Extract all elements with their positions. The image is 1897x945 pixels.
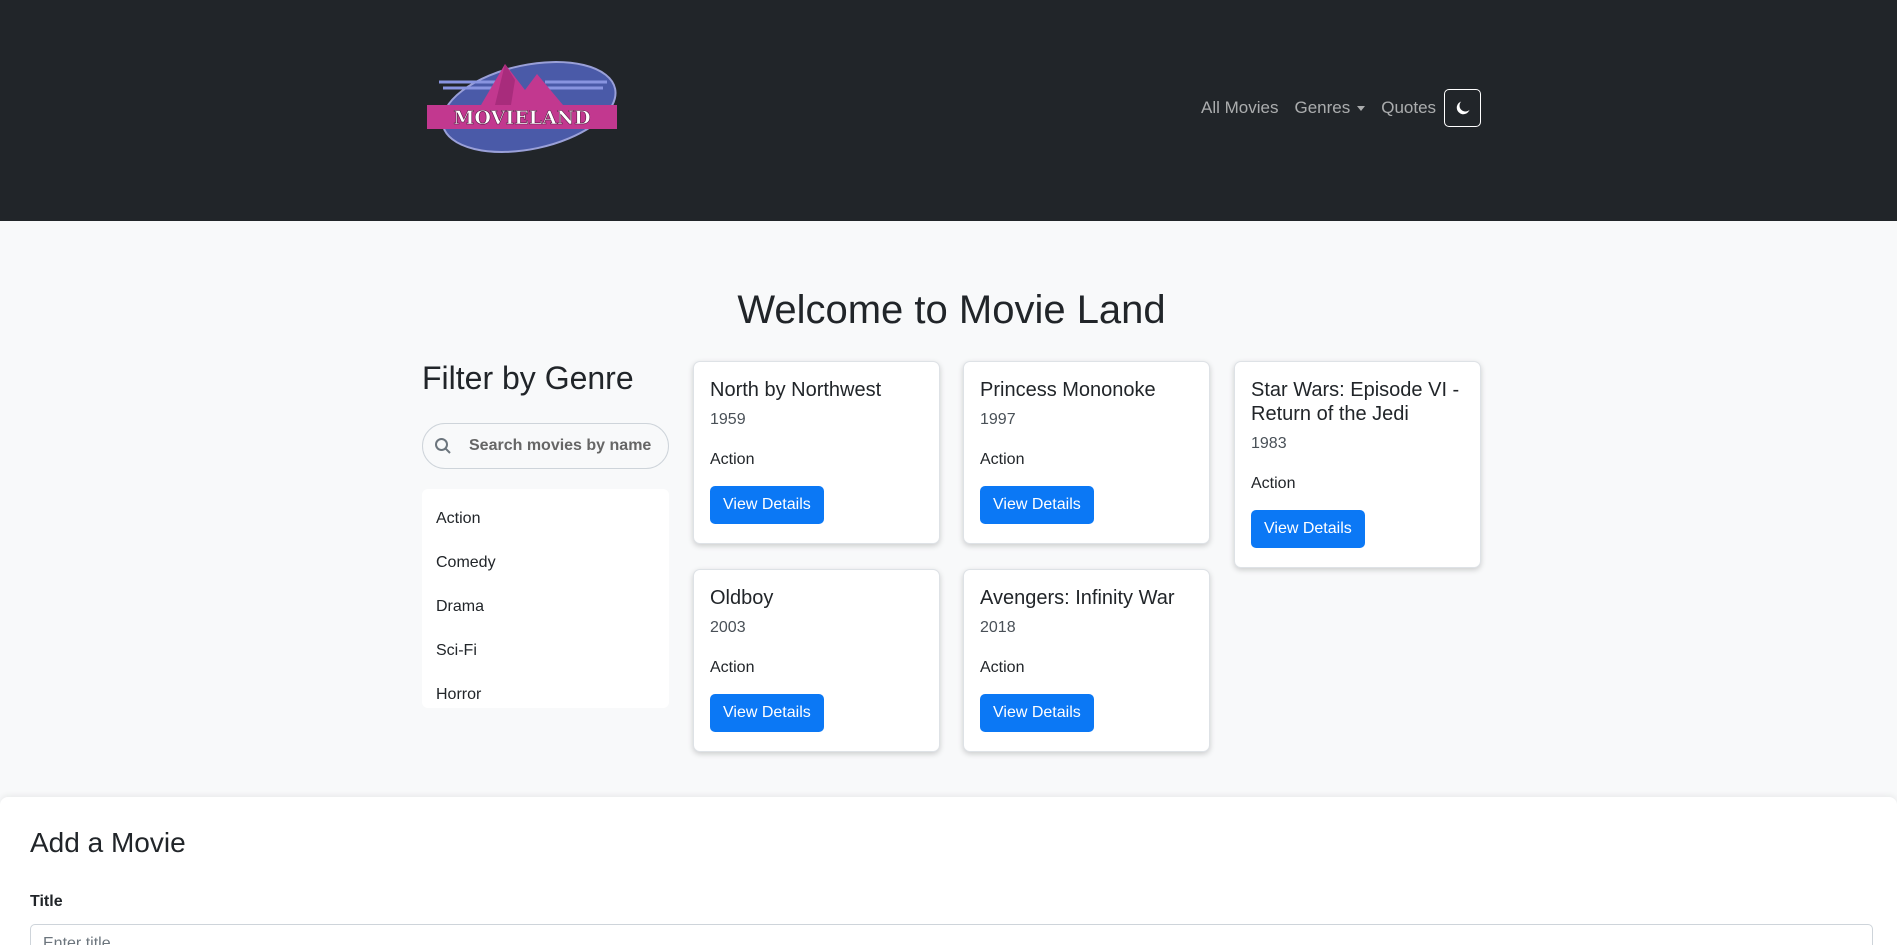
movie-year: 1983 <box>1251 435 1287 452</box>
movie-card: North by Northwest 1959 Action View Deta… <box>693 361 940 544</box>
movieland-logo[interactable]: MOVIELAND <box>425 60 619 154</box>
nav-links: All Movies Genres Quotes <box>1201 88 1452 128</box>
nav-genres-dropdown[interactable]: Genres <box>1294 98 1366 118</box>
genre-item-sci-fi[interactable]: Sci-Fi <box>422 629 669 673</box>
movie-year: 2003 <box>710 619 746 636</box>
theme-toggle-button[interactable] <box>1444 89 1481 127</box>
caret-down-icon <box>1357 105 1366 111</box>
title-label: Title <box>30 893 63 910</box>
search-input[interactable] <box>469 424 665 468</box>
view-details-button[interactable]: View Details <box>980 694 1094 732</box>
movie-title: Princess Mononoke <box>980 379 1156 401</box>
movie-card: Princess Mononoke 1997 Action View Detai… <box>963 361 1210 544</box>
movie-card: Avengers: Infinity War 2018 Action View … <box>963 569 1210 752</box>
nav-all-movies-link[interactable]: All Movies <box>1201 98 1278 118</box>
movie-card: Oldboy 2003 Action View Details <box>693 569 940 752</box>
genre-item-comedy[interactable]: Comedy <box>422 541 669 585</box>
movie-genre: Action <box>980 451 1025 468</box>
nav-genres-label: Genres <box>1294 98 1351 117</box>
view-details-button[interactable]: View Details <box>710 486 824 524</box>
genre-item-action[interactable]: Action <box>422 497 669 541</box>
view-details-button[interactable]: View Details <box>980 486 1094 524</box>
movie-title: North by Northwest <box>710 379 882 401</box>
navbar: MOVIELAND All Movies Genres Quotes <box>0 0 1897 221</box>
movie-genre: Action <box>1251 475 1296 492</box>
genre-item-horror[interactable]: Horror <box>422 673 669 717</box>
title-input[interactable] <box>30 924 1873 945</box>
movie-genre: Action <box>710 451 755 468</box>
view-details-button[interactable]: View Details <box>710 694 824 732</box>
movie-title: Star Wars: Episode VI - Return of the Je… <box>1251 379 1460 425</box>
movie-genre: Action <box>710 659 755 676</box>
genre-list: Action Comedy Drama Sci-Fi Horror <box>422 489 669 708</box>
logo-text: MOVIELAND <box>453 107 590 129</box>
movie-genre: Action <box>980 659 1025 676</box>
filter-title: Filter by Genre <box>422 360 634 396</box>
moon-icon <box>1456 101 1470 115</box>
movie-year: 2018 <box>980 619 1016 636</box>
search-icon <box>435 438 451 454</box>
add-movie-heading: Add a Movie <box>30 827 186 858</box>
movie-title: Avengers: Infinity War <box>980 587 1175 609</box>
nav-quotes-link[interactable]: Quotes <box>1381 98 1436 118</box>
view-details-button[interactable]: View Details <box>1251 510 1365 548</box>
search-box <box>422 423 669 469</box>
genre-item-drama[interactable]: Drama <box>422 585 669 629</box>
add-movie-section: Add a Movie Title <box>0 797 1897 945</box>
movie-year: 1997 <box>980 411 1016 428</box>
movie-title: Oldboy <box>710 587 774 609</box>
movie-card: Star Wars: Episode VI - Return of the Je… <box>1234 361 1481 568</box>
page-title: Welcome to Movie Land <box>737 288 1166 332</box>
movie-year: 1959 <box>710 411 746 428</box>
